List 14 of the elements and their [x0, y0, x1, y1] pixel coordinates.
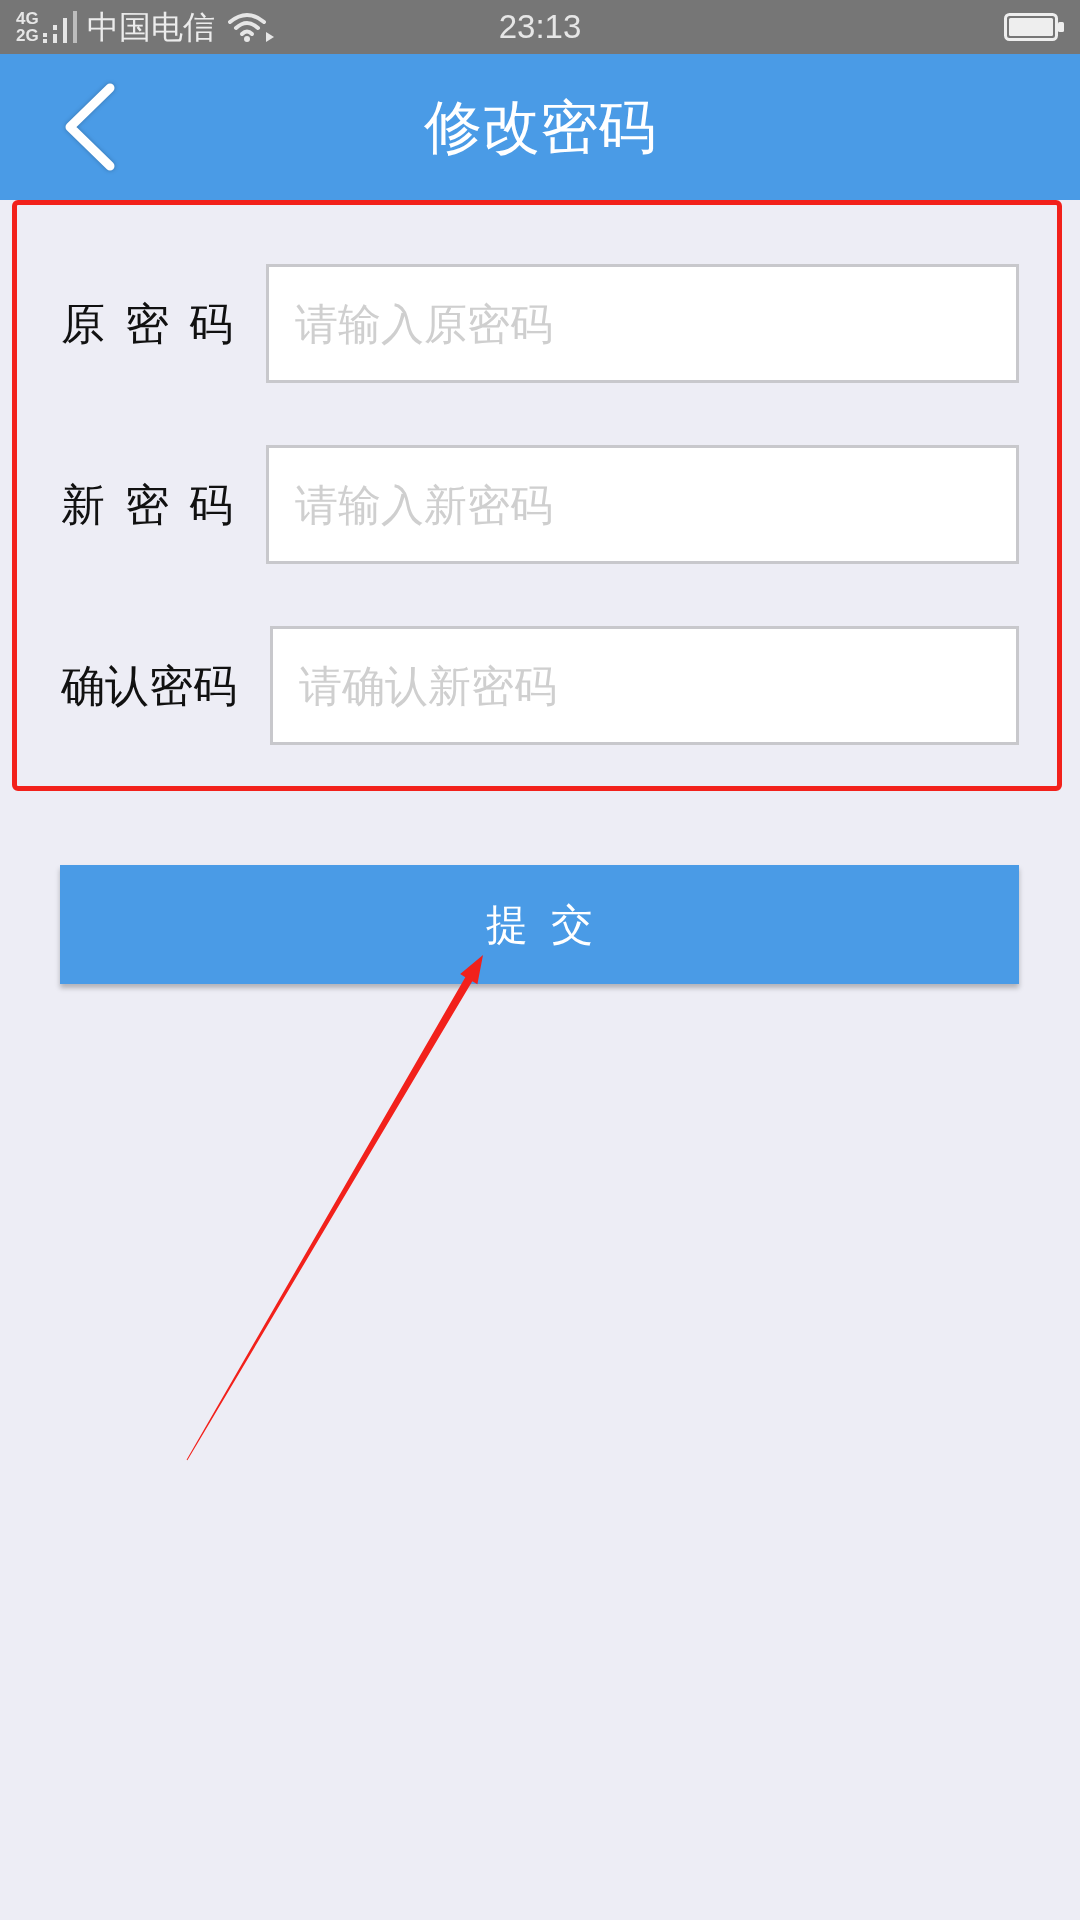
wifi-icon — [227, 12, 274, 42]
signal-bars-icon — [42, 11, 77, 43]
submit-button[interactable]: 提 交 — [60, 865, 1019, 984]
network-type-label: 2G — [16, 27, 39, 44]
chevron-left-icon — [64, 83, 116, 171]
carrier-name: 中国电信 — [86, 11, 215, 43]
field-label: 确认密码 — [61, 663, 237, 708]
back-button[interactable] — [64, 83, 116, 171]
status-time: 23:13 — [498, 8, 582, 46]
battery-icon — [1004, 13, 1064, 41]
network-type-label: 4G — [16, 10, 39, 27]
field-label: 新 密 码 — [61, 482, 233, 527]
screen-title: 修改密码 — [424, 98, 656, 156]
field-label: 原 密 码 — [61, 301, 233, 346]
